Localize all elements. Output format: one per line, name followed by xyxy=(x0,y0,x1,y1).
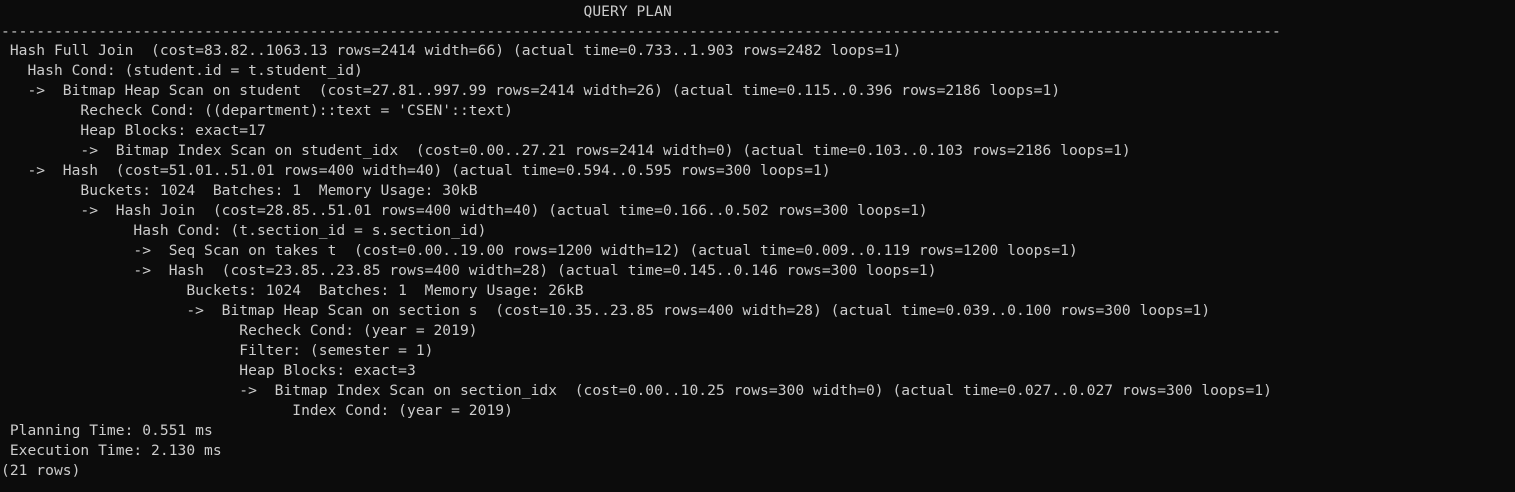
plan-line: Index Cond: (year = 2019) xyxy=(1,402,513,419)
plan-line: Filter: (semester = 1) xyxy=(1,342,434,359)
plan-line: -> Bitmap Heap Scan on student (cost=27.… xyxy=(1,82,1061,99)
plan-line: Buckets: 1024 Batches: 1 Memory Usage: 2… xyxy=(1,282,584,299)
plan-line: Recheck Cond: ((department)::text = 'CSE… xyxy=(1,102,513,119)
plan-line: Recheck Cond: (year = 2019) xyxy=(1,322,478,339)
planning-time: Planning Time: 0.551 ms xyxy=(1,422,213,439)
plan-line: -> Bitmap Heap Scan on section s (cost=1… xyxy=(1,302,1211,319)
plan-line: -> Seq Scan on takes t (cost=0.00..19.00… xyxy=(1,242,1078,259)
plan-line: -> Hash (cost=51.01..51.01 rows=400 widt… xyxy=(1,162,831,179)
plan-line: Heap Blocks: exact=3 xyxy=(1,362,416,379)
plan-line: Heap Blocks: exact=17 xyxy=(1,122,266,139)
plan-line: Hash Cond: (t.section_id = s.section_id) xyxy=(1,222,487,239)
plan-line: Hash Cond: (student.id = t.student_id) xyxy=(1,62,363,79)
header-separator: ----------------------------------------… xyxy=(1,23,1281,40)
plan-line: -> Hash (cost=23.85..23.85 rows=400 widt… xyxy=(1,262,937,279)
row-count: (21 rows) xyxy=(1,462,81,479)
query-plan-header: QUERY PLAN xyxy=(1,3,672,20)
plan-line: -> Bitmap Index Scan on student_idx (cos… xyxy=(1,142,1131,159)
terminal-output: QUERY PLAN -----------------------------… xyxy=(0,0,1515,492)
plan-line: Hash Full Join (cost=83.82..1063.13 rows… xyxy=(1,42,902,59)
plan-line: -> Hash Join (cost=28.85..51.01 rows=400… xyxy=(1,202,928,219)
plan-line: Buckets: 1024 Batches: 1 Memory Usage: 3… xyxy=(1,182,478,199)
plan-line: -> Bitmap Index Scan on section_idx (cos… xyxy=(1,382,1272,399)
execution-time: Execution Time: 2.130 ms xyxy=(1,442,222,459)
